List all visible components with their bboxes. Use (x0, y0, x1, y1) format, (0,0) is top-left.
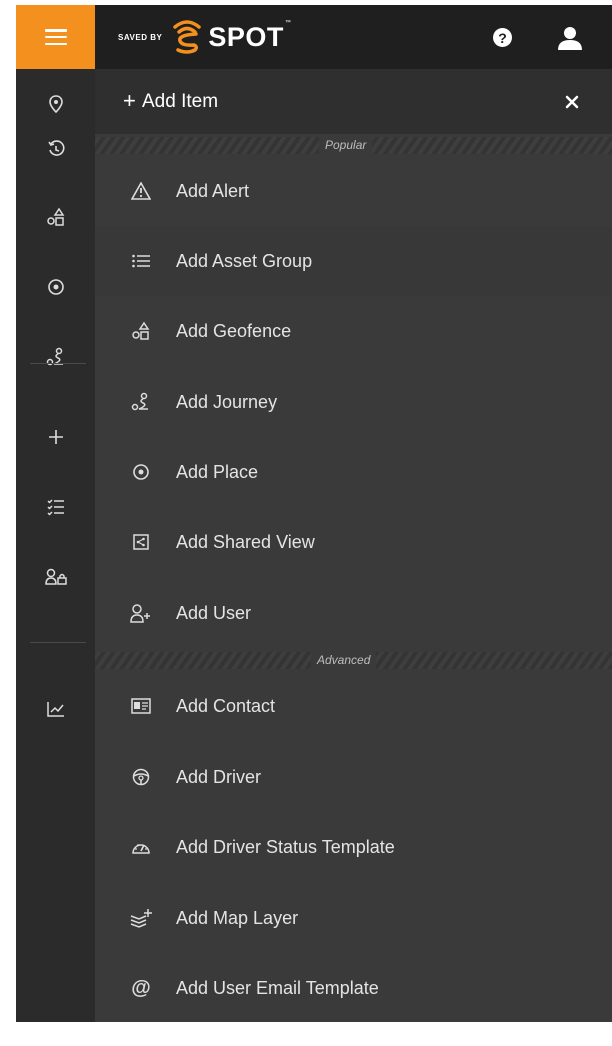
gauge-icon (130, 836, 152, 858)
contact-card-icon (130, 695, 152, 717)
sidebar-divider (30, 642, 86, 643)
add-shared-view-item[interactable]: Add Shared View (95, 507, 612, 577)
item-label: Add Shared View (176, 531, 315, 552)
sidebar-item-reports[interactable] (16, 679, 95, 739)
sidebar-item-history[interactable] (16, 119, 95, 179)
add-alert-item[interactable]: Add Alert (95, 156, 612, 226)
spot-logo-icon (173, 20, 202, 54)
item-label: Add Map Layer (176, 907, 299, 928)
help-icon[interactable]: ? (493, 28, 512, 47)
sidebar-item-geofence[interactable] (16, 187, 95, 247)
geofence-icon (130, 320, 152, 342)
brand-logo: SAVED BY SPOT ™ (118, 14, 291, 60)
panel-header: + Add Item (95, 69, 612, 134)
at-icon: @ (131, 976, 151, 999)
place-icon (47, 279, 64, 295)
sidebar-item-journey[interactable] (16, 327, 95, 387)
chart-icon (46, 702, 64, 717)
section-advanced: Advanced (95, 652, 612, 669)
sidebar-item-checklist[interactable] (16, 477, 95, 537)
user-icon[interactable] (557, 25, 583, 51)
location-pin-icon (48, 95, 63, 113)
users-icon (44, 568, 67, 585)
add-icon (48, 430, 63, 444)
item-label: Add Contact (176, 695, 276, 716)
brand-name: SPOT (208, 21, 284, 52)
item-label: Add User Email Template (176, 977, 379, 998)
add-place-item[interactable]: Add Place (95, 437, 612, 507)
item-label: Add Alert (176, 180, 250, 201)
checklist-icon (46, 499, 64, 516)
add-journey-item[interactable]: Add Journey (95, 367, 612, 437)
add-driver-status-template-item[interactable]: Add Driver Status Template (95, 812, 612, 882)
item-label: Add Driver (176, 766, 262, 787)
sidebar-item-place[interactable] (16, 257, 95, 317)
add-asset-group-item[interactable]: Add Asset Group (95, 226, 612, 296)
add-map-layer-item[interactable]: Add Map Layer (95, 883, 612, 953)
steering-wheel-icon (130, 766, 152, 788)
geofence-icon (46, 207, 64, 226)
add-item-panel: + Add Item Popular Add Alert Add Asset G… (95, 69, 612, 1022)
panel-title: Add Item (142, 91, 219, 112)
add-driver-item[interactable]: Add Driver (95, 742, 612, 812)
sidebar (16, 69, 95, 1022)
item-label: Add Journey (176, 391, 278, 412)
add-user-icon (130, 602, 152, 624)
map-layer-icon (130, 907, 152, 929)
shared-view-icon (130, 531, 152, 553)
add-user-email-template-item[interactable]: @ Add User Email Template (95, 953, 612, 1023)
close-icon[interactable] (563, 93, 581, 111)
sidebar-item-add[interactable] (16, 407, 95, 467)
list-icon (130, 250, 152, 272)
sidebar-divider (30, 363, 86, 364)
hamburger-icon (44, 29, 67, 45)
section-popular: Popular (95, 137, 612, 154)
item-label: Add User (176, 602, 252, 623)
plus-icon: + (123, 88, 136, 113)
section-label-advanced: Advanced (311, 652, 377, 669)
section-label-popular: Popular (319, 137, 373, 154)
journey-icon (130, 391, 152, 413)
trademark: ™ (284, 20, 291, 26)
item-label: Add Place (176, 461, 259, 482)
item-label: Add Driver Status Template (176, 836, 395, 857)
add-contact-item[interactable]: Add Contact (95, 671, 612, 741)
top-bar: SAVED BY SPOT ™ ? (16, 5, 612, 69)
item-label: Add Geofence (176, 320, 292, 341)
add-geofence-item[interactable]: Add Geofence (95, 296, 612, 366)
saved-by-text: SAVED BY (118, 32, 163, 42)
history-icon (47, 140, 64, 156)
app-window: SAVED BY SPOT ™ ? + Add Item Popular Add… (16, 5, 612, 1022)
menu-button[interactable] (16, 5, 95, 69)
item-label: Add Asset Group (176, 250, 313, 271)
sidebar-item-users[interactable] (16, 547, 95, 607)
place-icon (130, 461, 152, 483)
journey-icon (46, 347, 63, 366)
add-user-item[interactable]: Add User (95, 578, 612, 648)
alert-icon (130, 180, 152, 202)
